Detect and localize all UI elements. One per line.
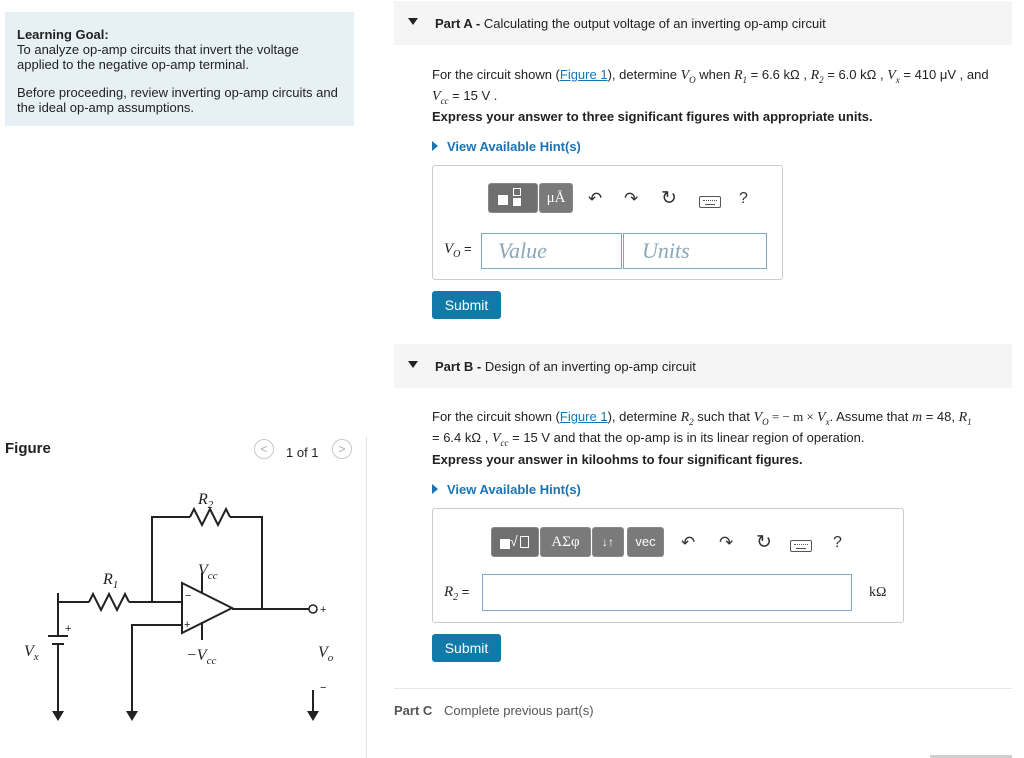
output-terminal bbox=[308, 604, 318, 614]
learning-goal-note: Before proceeding, review inverting op-a… bbox=[17, 85, 338, 115]
template-button[interactable] bbox=[488, 183, 538, 213]
expand-arrow-icon bbox=[432, 141, 438, 151]
figure-title: Figure bbox=[5, 440, 51, 457]
units-input[interactable]: Units bbox=[623, 233, 767, 269]
ground-arrow-output bbox=[307, 711, 319, 721]
feedback-wire-right bbox=[230, 516, 263, 609]
label-vcc: Vcc bbox=[198, 562, 218, 582]
sort-button[interactable]: ↓↑ bbox=[592, 527, 624, 557]
undo-icon[interactable]: ↶ bbox=[588, 189, 602, 209]
part-a-submit-button[interactable]: Submit bbox=[432, 291, 501, 319]
part-a-answer-label: VO = bbox=[444, 241, 472, 260]
unit-label: kΩ bbox=[869, 585, 887, 600]
part-a-question: For the circuit shown (Figure 1), determ… bbox=[432, 67, 989, 106]
feedback-wire-left bbox=[151, 516, 190, 543]
resistor-r2 bbox=[189, 506, 231, 528]
help-button[interactable]: ? bbox=[739, 189, 748, 209]
circuit-diagram: R2 R1 Vcc −Vcc Vx Vo − + + − + bbox=[24, 491, 334, 721]
input-wire bbox=[57, 593, 89, 603]
figure-link[interactable]: Figure 1 bbox=[560, 67, 608, 82]
template-icon: √ bbox=[498, 532, 532, 550]
redo-icon[interactable]: ↷ bbox=[719, 533, 733, 553]
figure-page-count: 1 of 1 bbox=[286, 445, 319, 460]
ground-arrow-source bbox=[52, 711, 64, 721]
figure-link[interactable]: Figure 1 bbox=[560, 409, 608, 424]
redo-icon[interactable]: ↷ bbox=[624, 189, 638, 209]
keyboard-icon[interactable] bbox=[790, 540, 812, 552]
resistor-r1 bbox=[88, 591, 130, 613]
part-c-label: Part C bbox=[394, 703, 433, 718]
part-a-hint-toggle[interactable]: View Available Hint(s) bbox=[432, 139, 581, 154]
part-b-answer-box: √ ΑΣφ ↓↑ vec ↶ ↷ ↻ ? R2 = kΩ bbox=[432, 508, 904, 623]
greek-symbols-button[interactable]: ΑΣφ bbox=[540, 527, 591, 557]
learning-goal-panel: Learning Goal: To analyze op-amp circuit… bbox=[5, 12, 354, 126]
label-source-plus: + bbox=[65, 623, 71, 635]
r2-input[interactable] bbox=[482, 574, 852, 611]
vector-button[interactable]: vec bbox=[627, 527, 664, 557]
part-b-answer-label: R2 = bbox=[444, 584, 470, 603]
part-b-label-bold: Part B - bbox=[435, 359, 485, 374]
value-input[interactable]: Value bbox=[481, 233, 622, 269]
label-negative-vcc: −Vcc bbox=[186, 647, 216, 667]
help-button[interactable]: ? bbox=[833, 533, 842, 553]
collapse-triangle-icon bbox=[408, 18, 418, 25]
learning-goal-text: To analyze op-amp circuits that invert t… bbox=[17, 42, 299, 72]
figure-next-button[interactable]: > bbox=[332, 439, 352, 459]
part-a-header[interactable]: Part A - Calculating the output voltage … bbox=[394, 1, 1012, 45]
label-vx: Vx bbox=[24, 643, 39, 663]
plus-input-wire bbox=[131, 624, 182, 711]
label-plus-output: + bbox=[320, 604, 326, 616]
label-vo: Vo bbox=[318, 644, 334, 664]
reset-icon[interactable]: ↻ bbox=[756, 533, 772, 553]
reset-icon[interactable]: ↻ bbox=[661, 189, 677, 209]
learning-goal-heading: Learning Goal: bbox=[17, 27, 109, 42]
part-b-hint-toggle[interactable]: View Available Hint(s) bbox=[432, 482, 581, 497]
part-c-status: Complete previous part(s) bbox=[444, 703, 594, 718]
chevron-right-icon: > bbox=[338, 442, 346, 456]
label-r2: R2 bbox=[197, 491, 214, 511]
ground-arrow-plus bbox=[126, 711, 138, 721]
part-a-answer-box: μÅ ↶ ↷ ↻ ? VO = Value Units bbox=[432, 165, 783, 280]
units-button[interactable]: μÅ bbox=[539, 183, 573, 213]
part-a-instruction: Express your answer to three significant… bbox=[432, 109, 873, 124]
expand-arrow-icon bbox=[432, 484, 438, 494]
part-c-row: Part C Complete previous part(s) bbox=[394, 688, 1012, 738]
figure-prev-button[interactable]: < bbox=[254, 439, 274, 459]
column-divider bbox=[366, 437, 367, 758]
part-b-header[interactable]: Part B - Design of an inverting op-amp c… bbox=[394, 344, 1012, 388]
label-minus-input: − bbox=[185, 590, 191, 602]
part-b-question: For the circuit shown (Figure 1), determ… bbox=[432, 409, 972, 448]
template-button[interactable]: √ bbox=[491, 527, 539, 557]
part-b-submit-button[interactable]: Submit bbox=[432, 634, 501, 662]
template-icon bbox=[496, 188, 530, 206]
label-minus-output: − bbox=[320, 682, 326, 694]
undo-icon[interactable]: ↶ bbox=[681, 533, 695, 553]
chevron-left-icon: < bbox=[260, 442, 268, 456]
collapse-triangle-icon bbox=[408, 361, 418, 368]
part-a-label-bold: Part A - bbox=[435, 16, 484, 31]
label-r1: R1 bbox=[102, 571, 118, 591]
label-plus-input: + bbox=[184, 619, 190, 631]
keyboard-icon[interactable] bbox=[699, 196, 721, 208]
part-b-instruction: Express your answer in kiloohms to four … bbox=[432, 452, 803, 467]
part-a-title: Calculating the output voltage of an inv… bbox=[483, 16, 826, 31]
figure-header: Figure < 1 of 1 > bbox=[5, 437, 361, 465]
part-b-title: Design of an inverting op-amp circuit bbox=[484, 359, 696, 374]
